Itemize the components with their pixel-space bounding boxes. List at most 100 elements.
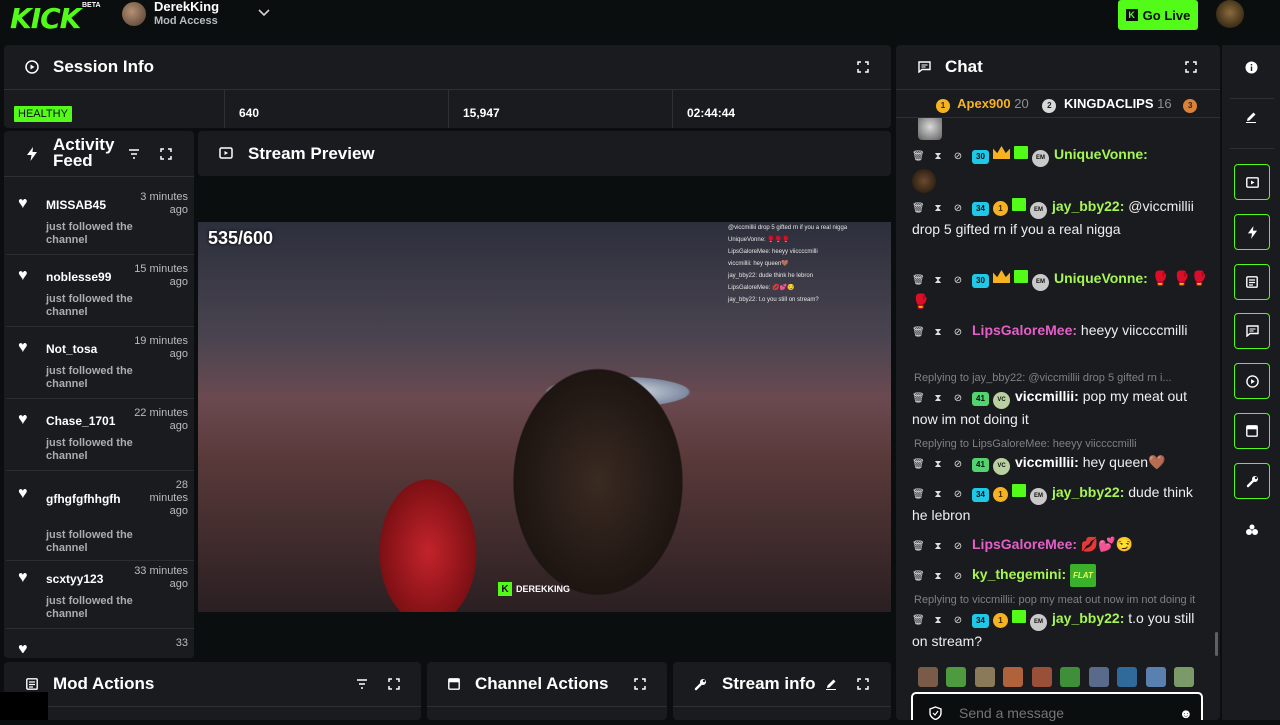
delete-icon[interactable]: 🗑 <box>912 454 925 475</box>
shield-icon[interactable] <box>929 706 942 725</box>
lightning-icon <box>24 146 40 162</box>
ban-icon[interactable]: ⊘ <box>952 610 964 631</box>
overlay-line: @viccmillii drop 5 gifted rn if you a re… <box>728 225 848 231</box>
sidebar-stream-info-button[interactable] <box>1234 463 1270 499</box>
username[interactable]: DerekKing <box>154 0 219 14</box>
feed-username[interactable]: scxtyy123 <box>46 572 103 586</box>
ban-icon[interactable]: ⊘ <box>952 322 964 343</box>
chat-username[interactable]: jay_bby22: <box>1052 198 1124 214</box>
sidebar-activity-feed-button[interactable] <box>1234 214 1270 250</box>
emote[interactable] <box>1031 667 1052 687</box>
filter-icon[interactable] <box>126 146 142 162</box>
mod-actions-title: Mod Actions <box>53 674 155 693</box>
sidebar-chat-button[interactable] <box>1234 313 1270 349</box>
leader-name[interactable]: Apex900 <box>957 96 1010 111</box>
timeout-icon[interactable]: ⧗ <box>932 536 944 557</box>
chat-username[interactable]: UniqueVonne: <box>1054 146 1148 162</box>
ban-icon[interactable]: ⊘ <box>952 270 964 291</box>
edit-icon[interactable] <box>1244 110 1258 124</box>
timeout-icon[interactable]: ⧗ <box>932 322 944 343</box>
chat-username[interactable]: ky_thegemini: <box>972 566 1066 582</box>
widgets-icon[interactable] <box>1244 522 1260 538</box>
expand-icon[interactable] <box>1183 59 1199 75</box>
emote[interactable] <box>1088 667 1109 687</box>
delete-icon[interactable]: 🗑 <box>912 146 925 167</box>
feed-username[interactable]: noblesse99 <box>46 270 111 284</box>
timeout-icon[interactable]: ⧗ <box>932 388 944 409</box>
ban-icon[interactable]: ⊘ <box>952 146 964 167</box>
ban-icon[interactable]: ⊘ <box>952 566 964 587</box>
delete-icon[interactable]: 🗑 <box>912 388 925 409</box>
chat-input-box[interactable]: ☻ <box>911 692 1203 722</box>
chat-username[interactable]: viccmillii: <box>1015 454 1079 470</box>
leader-name[interactable]: KINGDACLIPS <box>1064 96 1154 111</box>
chat-username[interactable]: jay_bby22: <box>1052 484 1124 500</box>
go-live-button[interactable]: K Go Live <box>1118 0 1198 30</box>
ban-icon[interactable]: ⊘ <box>952 536 964 557</box>
emoji-icon[interactable]: ☻ <box>1179 706 1193 721</box>
timeout-icon[interactable]: ⧗ <box>932 270 944 291</box>
chat-username[interactable]: LipsGaloreMee: <box>972 536 1077 552</box>
timeout-icon[interactable]: ⧗ <box>932 454 944 475</box>
timeout-icon[interactable]: ⧗ <box>932 146 944 167</box>
chat-username[interactable]: jay_bby22: <box>1052 610 1124 626</box>
emote[interactable] <box>1003 667 1024 687</box>
expand-icon[interactable] <box>386 676 402 692</box>
feed-username[interactable]: Chase_1701 <box>46 414 115 428</box>
emote[interactable] <box>1060 667 1081 687</box>
sidebar-mod-actions-button[interactable] <box>1234 264 1270 300</box>
expand-icon[interactable] <box>158 146 174 162</box>
sidebar-stream-preview-button[interactable] <box>1234 164 1270 200</box>
delete-icon[interactable]: 🗑 <box>912 610 925 631</box>
timeout-icon[interactable]: ⧗ <box>932 610 944 631</box>
expand-icon[interactable] <box>855 676 871 692</box>
emote[interactable] <box>1174 667 1195 687</box>
timeout-icon[interactable]: ⧗ <box>932 198 944 219</box>
expand-icon[interactable] <box>632 676 648 692</box>
avatar[interactable] <box>122 2 146 26</box>
leader-count: 20 <box>1014 96 1029 111</box>
expand-icon[interactable] <box>855 59 871 75</box>
delete-icon[interactable]: 🗑 <box>912 270 925 291</box>
ban-icon[interactable]: ⊘ <box>952 454 964 475</box>
chevron-down-icon[interactable] <box>258 6 270 20</box>
reply-context[interactable]: Replying to viccmillii: pop my meat out … <box>914 594 1198 606</box>
feed-username[interactable]: Not_tosa <box>46 342 97 356</box>
feed-username[interactable]: gfhgfgfhhgfh <box>46 492 121 506</box>
chat-username[interactable]: LipsGaloreMee: <box>972 322 1077 338</box>
delete-icon[interactable]: 🗑 <box>912 484 925 505</box>
info-icon[interactable] <box>1243 59 1259 75</box>
kick-logo[interactable]: KICK <box>10 2 81 35</box>
ban-icon[interactable]: ⊘ <box>952 484 964 505</box>
feed-username[interactable]: MISSAB45 <box>46 198 106 212</box>
timeout-icon[interactable]: ⧗ <box>932 484 944 505</box>
reply-context[interactable]: Replying to jay_bby22: @viccmillii drop … <box>914 372 1198 384</box>
sidebar-channel-actions-button[interactable] <box>1234 413 1270 449</box>
emote[interactable] <box>946 667 967 687</box>
subscriber-badge: 30 <box>972 149 989 164</box>
filter-icon[interactable] <box>354 676 370 692</box>
profile-avatar[interactable] <box>1216 0 1244 28</box>
delete-icon[interactable]: 🗑 <box>912 536 925 557</box>
ban-icon[interactable]: ⊘ <box>952 198 964 219</box>
timeout-icon[interactable]: ⧗ <box>932 566 944 587</box>
chat-scrollbar[interactable] <box>1215 632 1218 656</box>
emote[interactable] <box>974 667 995 687</box>
edit-icon[interactable] <box>823 676 839 692</box>
feed-item: ♥ scxtyy123 33 minutes ago just followed… <box>6 561 194 629</box>
beta-tag: BETA <box>82 2 101 9</box>
delete-icon[interactable]: 🗑 <box>912 566 925 587</box>
delete-icon[interactable]: 🗑 <box>912 198 925 219</box>
emote[interactable] <box>1117 667 1138 687</box>
emote[interactable] <box>1145 667 1166 687</box>
chat-username[interactable]: viccmillii: <box>1015 388 1079 404</box>
emote[interactable] <box>918 667 938 687</box>
delete-icon[interactable]: 🗑 <box>912 322 925 343</box>
sidebar-session-info-button[interactable] <box>1234 363 1270 399</box>
chat-username[interactable]: UniqueVonne: <box>1054 270 1148 286</box>
chat-message-input[interactable] <box>959 704 1169 722</box>
feed-action: just followed the channel <box>46 437 133 462</box>
reply-context[interactable]: Replying to LipsGaloreMee: heeyy viicccc… <box>914 438 1198 450</box>
ban-icon[interactable]: ⊘ <box>952 388 964 409</box>
chat-text: FLAT <box>1070 564 1096 587</box>
